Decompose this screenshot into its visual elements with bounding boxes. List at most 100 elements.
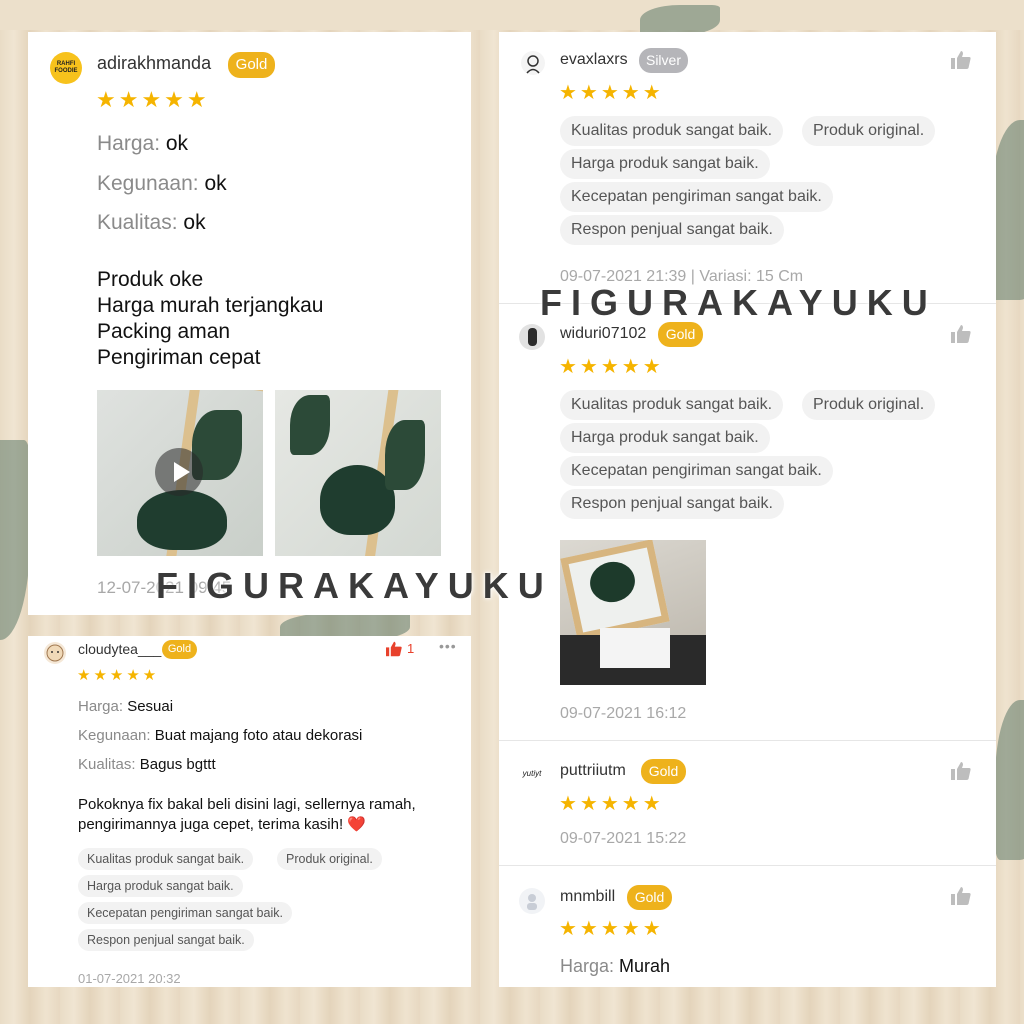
kegunaan-line: Kegunaan: Buat majang foto atau dekorasi — [78, 727, 362, 744]
kegunaan-value: Buat majang foto atau dekorasi — [154, 727, 363, 744]
harga-value: Murah — [619, 956, 671, 976]
rating-stars: ★★★★★ — [96, 87, 210, 112]
watermark-text: FIGURAKAYUKU — [156, 565, 553, 606]
review-tag-chip: Kualitas produk sangat baik. — [560, 390, 784, 420]
review-card-adirakhmanda: RAHFI FOODIE adirakhmanda Gold ★★★★★ Har… — [28, 32, 471, 615]
review-body-line: Pengiriman cepat — [97, 346, 261, 369]
review-body-line: pengirimannya juga cepet, terima kasih! … — [78, 815, 366, 833]
review-tag-chip: Produk original. — [802, 390, 936, 420]
like-icon[interactable] — [385, 641, 403, 657]
harga-label: Harga: — [97, 132, 161, 155]
member-badge: Silver — [639, 48, 688, 73]
review-body-line: Harga murah terjangkau — [97, 294, 324, 317]
harga-line: Harga: Sesuai — [78, 698, 173, 715]
rating-stars: ★★★★★ — [559, 918, 664, 940]
review-tag-chip: Respon penjual sangat baik. — [78, 929, 254, 951]
timestamp: 09-07-2021 15:22 — [560, 830, 687, 847]
kualitas-line: Kualitas: Bagus bgttt — [78, 756, 216, 773]
kualitas-value: Bagus bgttt — [139, 756, 216, 773]
username[interactable]: puttriiutm — [560, 762, 626, 780]
timestamp: 01-07-2021 20:32 — [78, 971, 181, 986]
rating-stars: ★★★★★ — [559, 793, 664, 815]
review-photo[interactable] — [560, 540, 706, 685]
review-tag-chip: Produk original. — [802, 116, 936, 146]
like-count: 1 — [407, 641, 415, 656]
kegunaan-label: Kegunaan: — [97, 172, 199, 195]
review-photo[interactable] — [275, 390, 441, 556]
member-badge: Gold — [228, 52, 275, 78]
review-tag-chip: Kecepatan pengiriman sangat baik. — [560, 456, 833, 486]
rating-stars: ★★★★★ — [559, 356, 664, 378]
leaf-shape — [290, 395, 330, 455]
review-tag-chip: Harga produk sangat baik. — [78, 875, 243, 897]
timestamp: 09-07-2021 16:12 — [560, 705, 687, 722]
leaf-shape — [320, 465, 395, 535]
reviews-panel-right: evaxlaxrs Silver ★★★★★ Kualitas produk s… — [499, 32, 996, 987]
review-body-line: Produk oke — [97, 268, 204, 291]
review-tag-chip: Respon penjual sangat baik. — [560, 215, 784, 245]
username[interactable]: widuri07102 — [560, 325, 646, 343]
avatar[interactable] — [44, 642, 66, 664]
review-tag-chip: Produk original. — [277, 848, 382, 870]
avatar[interactable]: RAHFI FOODIE — [50, 52, 82, 84]
kegunaan-value: ok — [204, 172, 227, 195]
review-tag-chip: Kecepatan pengiriman sangat baik. — [560, 182, 833, 212]
avatar-signature-text: yutiyt — [522, 769, 542, 778]
kualitas-label: Kualitas: — [78, 756, 136, 773]
kualitas-value: ok — [183, 211, 206, 234]
background-leaf — [640, 5, 720, 35]
kegunaan-label: Kegunaan: — [78, 727, 151, 744]
kualitas-line: Kualitas: ok — [97, 211, 206, 235]
harga-label: Harga: — [560, 956, 615, 976]
avatar-logo-text: RAHFI FOODIE — [54, 61, 78, 74]
avatar[interactable] — [519, 888, 545, 914]
member-badge: Gold — [658, 322, 703, 347]
review-divider — [499, 740, 996, 741]
white-paper — [600, 628, 670, 668]
watermark-text: FIGURAKAYUKU — [540, 282, 937, 323]
review-tag-chip: Respon penjual sangat baik. — [560, 489, 784, 519]
review-tag-chip: Kecepatan pengiriman sangat baik. — [78, 902, 292, 924]
review-body: Produk oke Harga murah terjangkau Packin… — [97, 267, 323, 371]
play-icon[interactable] — [155, 448, 203, 496]
thumbs-up-icon[interactable] — [950, 324, 972, 344]
leaf-shape — [137, 490, 227, 550]
thumbs-up-icon[interactable] — [950, 761, 972, 781]
review-body-line: Packing aman — [97, 320, 231, 343]
thumbs-up-icon[interactable] — [950, 886, 972, 906]
rating-stars: ★★★★★ — [559, 82, 664, 104]
review-body-line: Pokoknya fix bakal beli disini lagi, sel… — [78, 796, 416, 813]
username[interactable]: evaxlaxrs — [560, 51, 628, 69]
background-leaf — [0, 440, 30, 640]
review-tag-chip: Kualitas produk sangat baik. — [560, 116, 784, 146]
background-shelf — [0, 0, 1024, 30]
thumbs-up-icon[interactable] — [950, 50, 972, 70]
harga-line: Harga: Murah — [560, 956, 670, 977]
username[interactable]: mnmbill — [560, 888, 615, 906]
harga-line: Harga: ok — [97, 132, 188, 156]
username[interactable]: adirakhmanda — [97, 53, 211, 74]
member-badge: Gold — [162, 640, 197, 659]
kegunaan-line: Kegunaan: ok — [97, 172, 227, 196]
harga-label: Harga: — [78, 698, 124, 715]
review-tag-chip: Harga produk sangat baik. — [560, 149, 770, 179]
avatar[interactable] — [521, 51, 545, 75]
heart-emoji-icon: ❤️ — [347, 816, 367, 833]
review-divider — [499, 865, 996, 866]
more-options-icon[interactable]: ••• — [439, 638, 457, 654]
review-body-text: pengirimannya juga cepet, terima kasih! — [78, 816, 344, 833]
kualitas-label: Kualitas: — [97, 211, 178, 234]
rating-stars: ★★★★★ — [77, 667, 160, 684]
harga-value: ok — [165, 132, 189, 155]
avatar[interactable] — [519, 324, 545, 350]
review-card-cloudytea: cloudytea___ Gold 1 ••• ★★★★★ Harga: Ses… — [28, 636, 471, 987]
review-tag-chip: Kualitas produk sangat baik. — [78, 848, 254, 870]
username[interactable]: cloudytea___ — [78, 641, 161, 657]
member-badge: Gold — [627, 885, 672, 910]
review-tag-chip: Harga produk sangat baik. — [560, 423, 770, 453]
leaf-shape — [385, 420, 425, 490]
review-video-thumbnail[interactable] — [97, 390, 263, 556]
background-leaf — [995, 700, 1024, 860]
harga-value: Sesuai — [127, 698, 174, 715]
avatar[interactable]: yutiyt — [519, 761, 545, 787]
